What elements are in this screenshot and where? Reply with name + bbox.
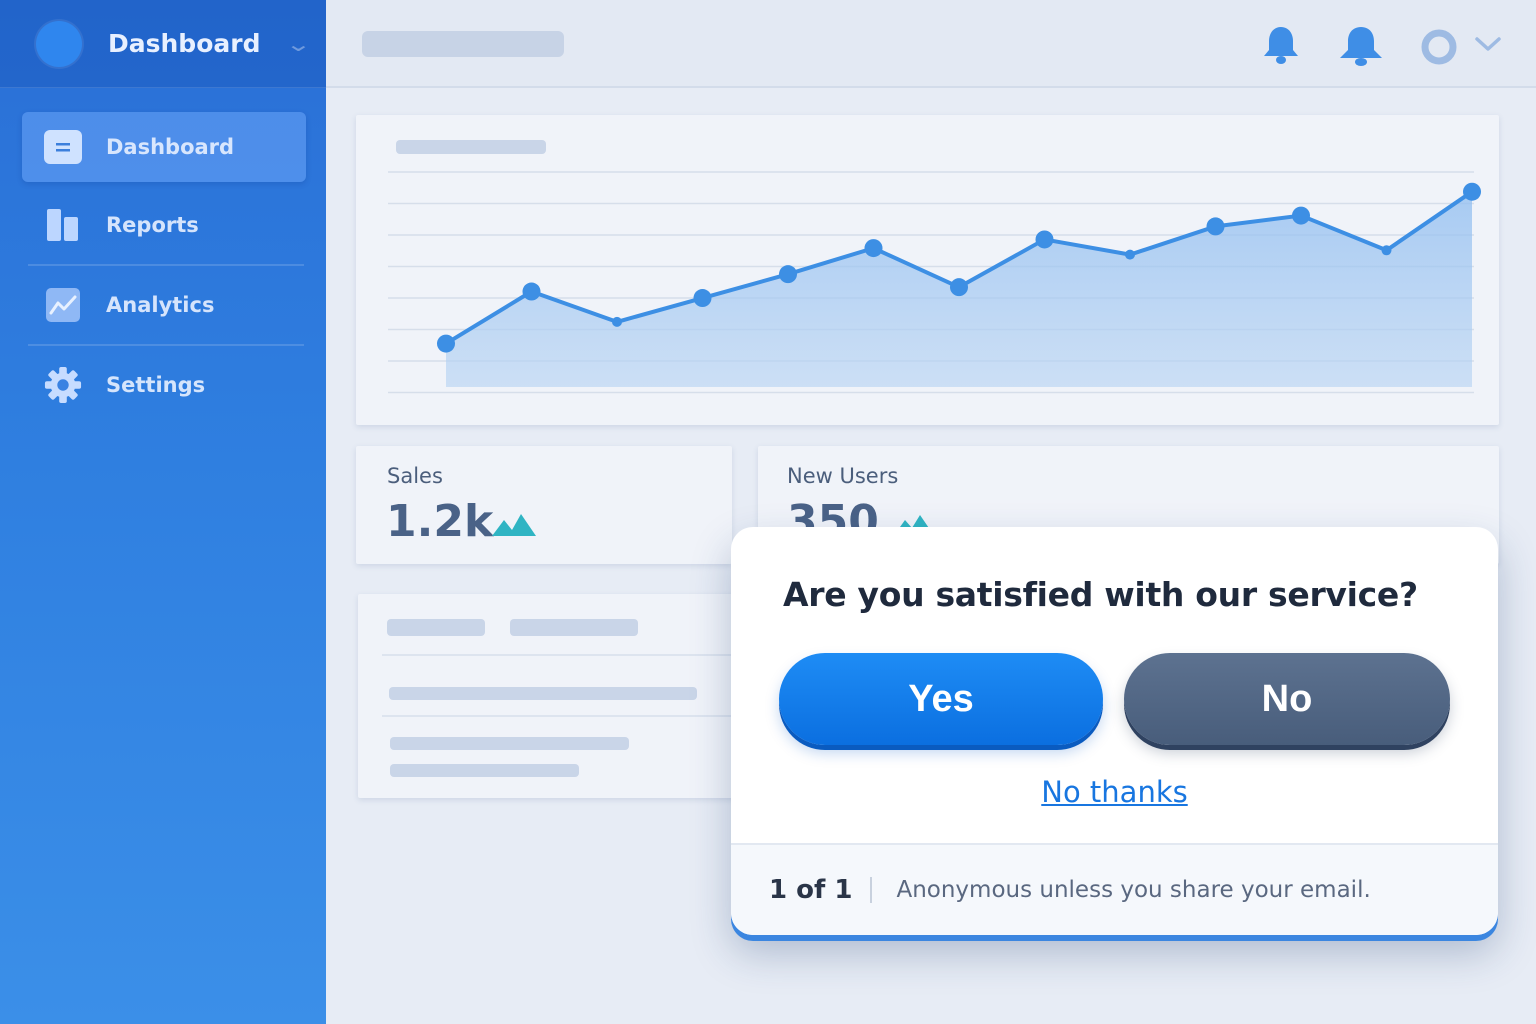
- skeleton-bar: [389, 687, 697, 700]
- user-icon[interactable]: [1420, 28, 1458, 70]
- bell-icon[interactable]: [1260, 24, 1302, 70]
- sidebar-divider: [28, 344, 304, 346]
- chart-point: [779, 265, 797, 284]
- stat-card-sales: Sales 1.2k: [356, 446, 732, 564]
- placeholder-card: [358, 594, 778, 798]
- sidebar-item-label: Dashboard: [106, 135, 235, 159]
- line-chart: [388, 171, 1481, 394]
- yes-button[interactable]: Yes: [779, 653, 1103, 745]
- chart-point: [693, 289, 712, 308]
- bell-icon[interactable]: [1336, 24, 1386, 72]
- stat-value: 1.2k: [386, 496, 494, 547]
- sidebar-item-dashboard[interactable]: Dashboard: [22, 112, 306, 182]
- sidebar-nav: Dashboard Reports Analytics Settings: [0, 88, 326, 420]
- chart-point: [1463, 182, 1481, 201]
- sidebar-header[interactable]: Dashboard ⌄: [0, 0, 326, 88]
- trend-up-icon: [492, 514, 536, 536]
- chart-point: [1292, 206, 1310, 225]
- survey-footer: 1 of 1 Anonymous unless you share your e…: [731, 843, 1498, 935]
- sidebar-item-analytics[interactable]: Analytics: [22, 270, 306, 340]
- no-button[interactable]: No: [1124, 653, 1450, 745]
- privacy-note: Anonymous unless you share your email.: [896, 877, 1371, 903]
- chart-point: [864, 239, 883, 258]
- topbar: [326, 0, 1536, 88]
- sidebar: Dashboard ⌄ Dashboard Reports Analytics …: [0, 0, 326, 1024]
- skeleton-bar: [387, 619, 485, 636]
- gear-icon: [44, 366, 82, 404]
- chart-point: [522, 282, 541, 301]
- chart-point: [1381, 245, 1392, 256]
- stat-label: Sales: [387, 464, 443, 488]
- chevron-down-icon[interactable]: [1474, 34, 1502, 58]
- skeleton-bar: [390, 737, 629, 750]
- app-title: Dashboard: [108, 29, 261, 58]
- survey-dialog: Are you satisfied with our service? Yes …: [731, 527, 1498, 935]
- sidebar-item-label: Analytics: [106, 293, 215, 317]
- footer-divider: [870, 877, 873, 903]
- sidebar-item-label: Reports: [106, 213, 199, 237]
- chart-point: [1035, 230, 1054, 249]
- card-divider: [382, 654, 772, 656]
- app-logo: [36, 20, 82, 67]
- analytics-icon: [44, 286, 82, 324]
- chart-point: [437, 334, 455, 353]
- chart-point: [950, 278, 968, 297]
- sidebar-item-reports[interactable]: Reports: [22, 190, 306, 260]
- chevron-down-icon[interactable]: ⌄: [285, 32, 312, 56]
- chart-point: [612, 316, 622, 327]
- skeleton-bar: [510, 619, 638, 636]
- sidebar-divider: [28, 264, 304, 266]
- search-placeholder-skeleton: [362, 31, 564, 57]
- stat-label: New Users: [787, 464, 899, 488]
- skeleton-bar: [390, 764, 579, 777]
- card-divider: [382, 715, 772, 717]
- sidebar-item-settings[interactable]: Settings: [22, 350, 306, 420]
- chart-card: [356, 115, 1499, 425]
- reports-icon: [44, 206, 82, 244]
- sidebar-item-label: Settings: [106, 373, 206, 397]
- no-thanks-link[interactable]: No thanks: [731, 775, 1498, 809]
- dashboard-icon: [44, 128, 82, 166]
- survey-pager: 1 of 1: [769, 875, 853, 905]
- chart-point: [1206, 217, 1225, 236]
- survey-question: Are you satisfied with our service?: [783, 575, 1418, 614]
- chart-point: [1125, 249, 1135, 260]
